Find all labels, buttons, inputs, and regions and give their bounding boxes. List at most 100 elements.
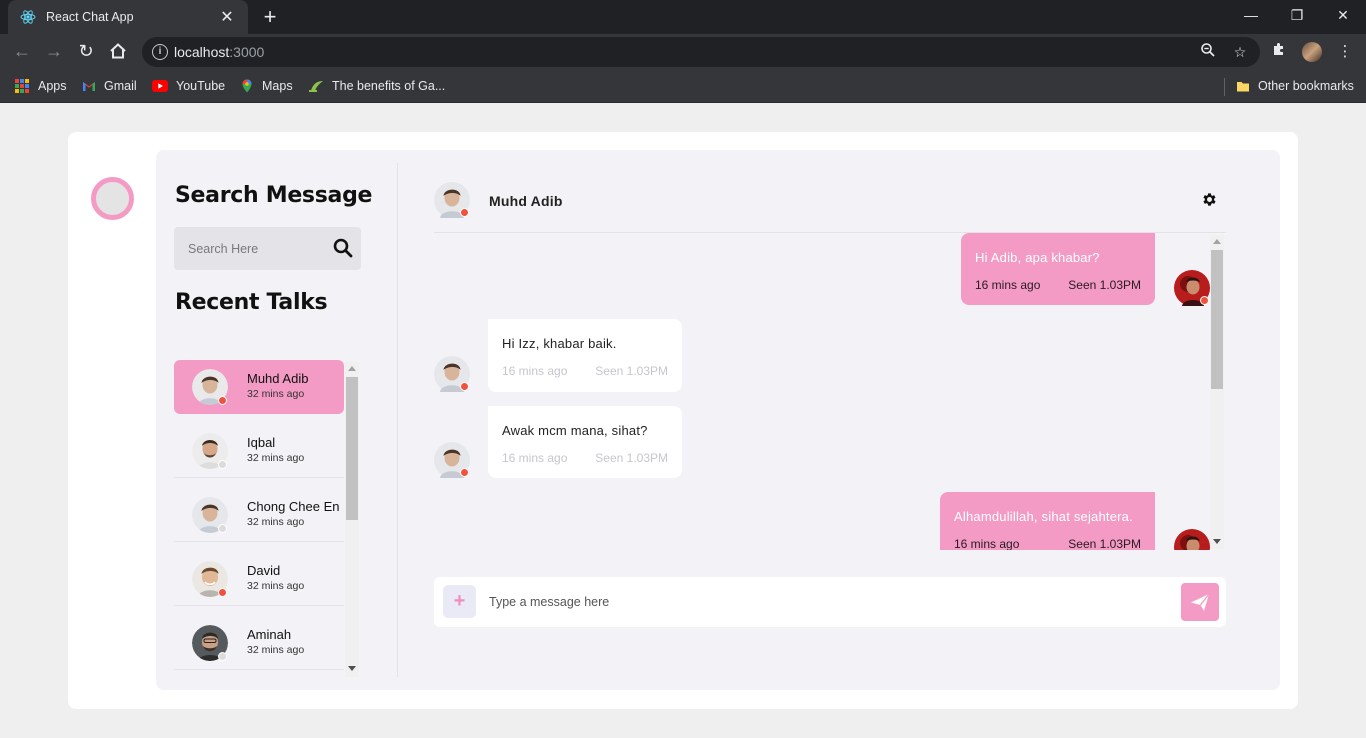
folder-icon [1237, 82, 1249, 92]
scroll-down-arrow-icon[interactable] [1213, 539, 1221, 544]
bookmark-apps[interactable]: Apps [15, 76, 67, 96]
online-status-dot [460, 468, 469, 477]
contact-time: 32 mins ago [247, 580, 305, 592]
chat-contact-name: Muhd Adib [489, 193, 563, 209]
current-user-avatar[interactable] [91, 177, 134, 220]
message-text: Hi Izz, khabar baik. [502, 336, 617, 351]
message-time: 16 mins ago [975, 278, 1041, 292]
apps-grid-icon [15, 79, 29, 93]
message-seen: Seen 1.03PM [595, 451, 668, 465]
address-bar[interactable]: i localhost:3000 ☆ [142, 37, 1260, 67]
bookmark-label: The benefits of Ga... [332, 79, 446, 93]
contact-avatar [192, 433, 228, 469]
minimize-window-icon[interactable]: — [1228, 0, 1274, 30]
chat-contact-avatar[interactable] [434, 182, 470, 218]
gmail-icon [83, 82, 95, 91]
contact-item[interactable]: Iqbal 32 mins ago [174, 424, 344, 478]
send-button[interactable] [1181, 583, 1219, 621]
scroll-up-arrow-icon[interactable] [1213, 239, 1221, 244]
restore-window-icon[interactable]: ❐ [1274, 0, 1320, 30]
message-bubble-sent: Hi Adib, apa khabar? 16 mins ago Seen 1.… [961, 233, 1155, 305]
contact-item[interactable]: David 32 mins ago [174, 552, 344, 606]
online-status-dot [218, 396, 227, 405]
home-icon[interactable] [104, 37, 132, 65]
contact-name: David [247, 563, 281, 578]
contact-message-avatar [434, 442, 470, 478]
reload-icon[interactable]: ↻ [72, 37, 100, 65]
online-status-dot [460, 382, 469, 391]
search-icon[interactable] [333, 238, 353, 258]
message-text: Hi Adib, apa khabar? [975, 250, 1100, 265]
contact-time: 32 mins ago [247, 644, 305, 656]
message-time: 16 mins ago [502, 364, 568, 378]
message-text: Alhamdulillah, sihat sejahtera. [954, 509, 1133, 524]
offline-status-dot [218, 652, 227, 661]
bookmarks-bar: Apps Gmail YouTube Maps The benefits of … [0, 70, 1366, 103]
browser-toolbar: ← → ↻ i localhost:3000 ☆ ⋮ [0, 34, 1366, 70]
bookmark-youtube[interactable]: YouTube [152, 76, 225, 96]
browser-menu-icon[interactable]: ⋮ [1334, 41, 1356, 63]
youtube-icon [152, 80, 168, 92]
browser-tabbar: React Chat App ✕ + — ❐ ✕ [0, 0, 1366, 34]
bookmark-article[interactable]: The benefits of Ga... [308, 76, 445, 96]
contacts-scroll-thumb[interactable] [346, 377, 358, 520]
online-status-dot [1200, 296, 1209, 305]
other-bookmarks-label: Other bookmarks [1258, 79, 1354, 93]
browser-tab[interactable]: React Chat App ✕ [8, 0, 248, 34]
contact-avatar [192, 369, 228, 405]
bookmark-maps[interactable]: Maps [240, 76, 293, 96]
message-input[interactable] [489, 587, 1169, 617]
back-arrow-icon[interactable]: ← [8, 37, 36, 65]
bookmark-label: Gmail [104, 79, 137, 93]
zoom-icon[interactable] [1198, 42, 1218, 62]
message-list: Hi Adib, apa khabar? 16 mins ago Seen 1.… [424, 233, 1210, 550]
contact-item[interactable]: Aminah 32 mins ago [174, 616, 344, 670]
offline-status-dot [218, 460, 227, 469]
extensions-icon[interactable] [1268, 41, 1290, 63]
message-seen: Seen 1.03PM [1068, 278, 1141, 292]
site-info-icon[interactable]: i [152, 44, 168, 60]
tab-close-icon[interactable]: ✕ [218, 7, 236, 27]
article-site-icon [309, 81, 323, 92]
url-port: :3000 [229, 44, 265, 60]
message-time: 16 mins ago [502, 451, 568, 465]
bookmark-star-icon[interactable]: ☆ [1230, 42, 1250, 62]
messages-scroll-thumb[interactable] [1211, 250, 1223, 389]
contact-name: Aminah [247, 627, 292, 642]
scroll-up-arrow-icon[interactable] [348, 366, 356, 371]
profile-avatar[interactable] [1302, 42, 1322, 62]
panel-divider [397, 163, 398, 677]
bookmark-label: Apps [38, 79, 67, 93]
my-avatar [1174, 529, 1210, 550]
close-window-icon[interactable]: ✕ [1320, 0, 1366, 30]
search-title: Search Message [175, 183, 373, 208]
contact-avatar [192, 497, 228, 533]
bookmark-label: YouTube [176, 79, 226, 93]
contact-name: Muhd Adib [247, 371, 309, 386]
message-text: Awak mcm mana, sihat? [502, 423, 648, 438]
search-input[interactable] [174, 227, 324, 270]
offline-status-dot [218, 524, 227, 533]
recent-talks-title: Recent Talks [175, 290, 328, 315]
scroll-down-arrow-icon[interactable] [348, 666, 356, 671]
contact-list: Muhd Adib 32 mins ago Iqbal 32 mins ago … [174, 360, 344, 676]
contact-time: 32 mins ago [247, 452, 305, 464]
contact-item[interactable]: Muhd Adib 32 mins ago [174, 360, 344, 414]
url-host: localhost [174, 44, 230, 60]
message-bubble-received: Awak mcm mana, sihat? 16 mins ago Seen 1… [488, 406, 682, 478]
tab-title: React Chat App [46, 10, 134, 24]
react-logo-icon [20, 10, 36, 24]
maps-pin-icon [242, 79, 252, 93]
contact-name: Iqbal [247, 435, 276, 450]
contact-item[interactable]: Chong Chee En 32 mins ago [174, 488, 344, 542]
other-bookmarks[interactable]: Other bookmarks [1236, 76, 1354, 96]
message-composer: + [434, 577, 1226, 627]
new-tab-button[interactable]: + [258, 4, 282, 30]
contact-avatar [192, 625, 228, 661]
add-attachment-button[interactable]: + [443, 585, 476, 618]
forward-arrow-icon[interactable]: → [40, 37, 68, 65]
bookmark-gmail[interactable]: Gmail [82, 76, 137, 96]
gear-icon[interactable] [1201, 191, 1218, 208]
bookmark-label: Maps [262, 79, 293, 93]
contact-message-avatar [434, 356, 470, 392]
